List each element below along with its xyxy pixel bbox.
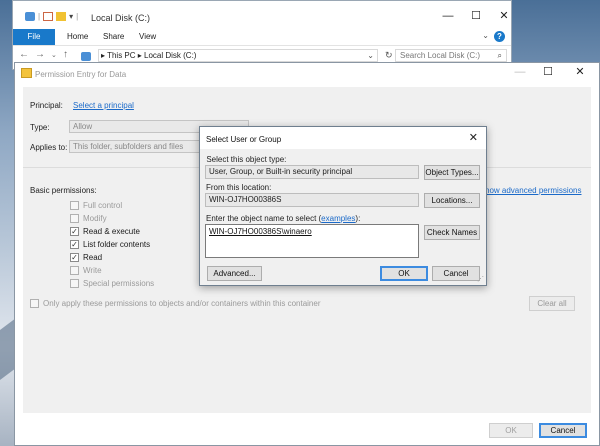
close-button[interactable]: ✕ — [565, 65, 595, 79]
back-arrow-icon[interactable]: ← — [19, 49, 29, 60]
ribbon-tabs: File Home Share View ⌄ ? — [13, 29, 511, 46]
new-document-icon[interactable] — [43, 12, 54, 21]
principal-label: Principal: — [30, 101, 63, 110]
write-checkbox[interactable]: Write — [70, 266, 102, 275]
basic-permissions-label: Basic permissions: — [30, 186, 97, 195]
applies-to-label: Applies to: — [30, 143, 68, 152]
quick-access-dropdown-icon[interactable]: ▾ — [69, 12, 73, 21]
tab-view[interactable]: View — [139, 32, 156, 41]
folder-icon — [21, 68, 32, 78]
applies-to-select[interactable]: This folder, subfolders and files — [69, 140, 209, 153]
object-type-label: SSelect this object type: — [206, 155, 287, 164]
close-icon[interactable]: ✕ — [469, 131, 478, 144]
permission-footer: OK Cancel — [15, 413, 599, 445]
close-button[interactable]: ✕ — [489, 9, 519, 23]
ok-button[interactable]: OK — [489, 423, 533, 438]
help-icon[interactable]: ? — [494, 31, 505, 42]
location-label: From this location: — [206, 183, 272, 192]
checkmark-icon: ✓ — [70, 253, 79, 262]
object-name-input[interactable]: WIN-OJ7HO00386S\winaero — [205, 224, 419, 258]
special-permissions-checkbox[interactable]: Special permissions — [70, 279, 154, 288]
type-label: Type: — [30, 123, 50, 132]
explorer-title-bar: | ▾ | Local Disk (C:) — ☐ ✕ — [13, 1, 511, 29]
maximize-button[interactable]: ☐ — [461, 9, 491, 23]
read-checkbox[interactable]: ✓ Read — [70, 253, 102, 262]
object-type-field: User, Group, or Built-in security princi… — [205, 165, 419, 179]
refresh-icon[interactable]: ↻ — [385, 50, 393, 61]
address-dropdown-icon[interactable]: ⌄ — [367, 50, 374, 61]
read-execute-checkbox[interactable]: ✓ Read & execute — [70, 227, 140, 236]
locations-button[interactable]: Locations... — [424, 193, 480, 208]
permission-title-bar: Permission Entry for Data — ☐ ✕ — [15, 63, 599, 85]
explorer-title: Local Disk (C:) — [91, 13, 151, 23]
checkmark-icon: ✓ — [70, 240, 79, 249]
select-dialog-title-bar: Select User or Group ✕ — [200, 127, 486, 149]
properties-icon[interactable] — [25, 12, 35, 21]
minimize-button[interactable]: — — [505, 65, 535, 79]
show-advanced-permissions-link[interactable]: how advanced permissions — [485, 186, 582, 195]
expand-ribbon-icon[interactable]: ⌄ — [482, 31, 489, 40]
tab-home[interactable]: Home — [67, 32, 88, 41]
address-input[interactable]: ▸ This PC ▸ Local Disk (C:) ⌄ — [98, 49, 378, 62]
file-explorer-window: | ▾ | Local Disk (C:) — ☐ ✕ File Home Sh… — [12, 0, 512, 70]
advanced-button[interactable]: Advanced... — [207, 266, 262, 281]
ok-button[interactable]: OK — [380, 266, 428, 281]
full-control-checkbox[interactable]: Full control — [70, 201, 122, 210]
checkmark-icon: ✓ — [70, 227, 79, 236]
only-apply-checkbox[interactable]: Only apply these permissions to objects … — [30, 299, 320, 308]
list-folder-contents-checkbox[interactable]: ✓ List folder contents — [70, 240, 150, 249]
select-principal-link[interactable]: Select a principal — [73, 101, 134, 110]
tab-file[interactable]: File — [13, 29, 55, 45]
clear-all-button[interactable]: Clear all — [529, 296, 575, 311]
cancel-button[interactable]: Cancel — [539, 423, 587, 438]
minimize-button[interactable]: — — [433, 9, 463, 23]
maximize-button[interactable]: ☐ — [533, 65, 563, 79]
check-names-button[interactable]: Check Names — [424, 225, 480, 240]
examples-link[interactable]: examples — [321, 214, 355, 223]
permission-dialog-title: Permission Entry for Data — [35, 70, 127, 79]
forward-arrow-icon[interactable]: → — [35, 49, 45, 60]
up-arrow-icon[interactable]: ↑ — [63, 49, 68, 60]
enter-object-name-label: Enter the object name to select (example… — [206, 214, 361, 223]
this-pc-icon — [81, 52, 91, 61]
folder-icon[interactable] — [56, 12, 67, 21]
resize-grip-icon[interactable]: ⋰ — [477, 275, 484, 283]
search-input[interactable]: Search Local Disk (C:) ⌕ — [395, 49, 507, 62]
select-user-or-group-dialog: Select User or Group ✕ SSelect this obje… — [199, 126, 487, 286]
location-field: WIN-OJ7HO00386S — [205, 193, 419, 207]
modify-checkbox[interactable]: Modify — [70, 214, 107, 223]
select-dialog-title: Select User or Group — [206, 135, 282, 144]
recent-locations-icon[interactable]: ⌄ — [51, 51, 57, 59]
object-types-button[interactable]: Object Types... — [424, 165, 480, 180]
cancel-button[interactable]: Cancel — [432, 266, 480, 281]
search-icon[interactable]: ⌕ — [498, 50, 502, 61]
tab-share[interactable]: Share — [103, 32, 124, 41]
